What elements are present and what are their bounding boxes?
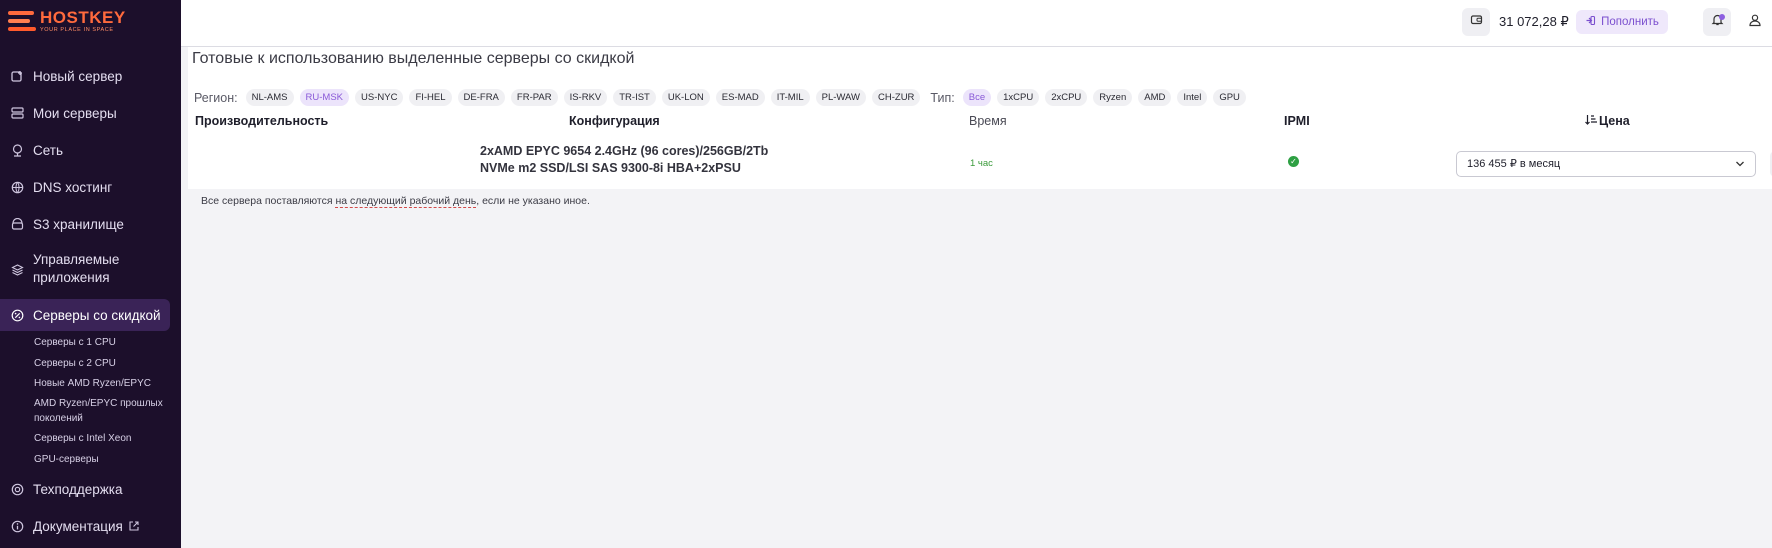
subitem-new-amd[interactable]: Новые AMD Ryzen/EPYC xyxy=(34,376,174,391)
region-chip-es-mad[interactable]: ES-MAD xyxy=(715,89,765,106)
subitem-intel[interactable]: Серверы с Intel Xeon xyxy=(34,431,174,446)
region-chip-de-fra[interactable]: DE-FRA xyxy=(457,89,505,106)
sort-icon xyxy=(1585,114,1597,128)
brand-name: HOSTKEY xyxy=(40,8,126,27)
sidebar-item-label: Новый сервер xyxy=(33,68,123,84)
region-chip-is-rkv[interactable]: IS-RKV xyxy=(563,89,608,106)
sidebar-item-managed-apps[interactable]: Управляемые приложения xyxy=(0,249,181,289)
next-business-day-tooltip[interactable]: на следующий рабочий день xyxy=(335,195,477,208)
column-header-time: Время xyxy=(969,114,1007,128)
sidebar-item-label: Сеть xyxy=(33,142,64,158)
region-chip-tr-ist[interactable]: TR-IST xyxy=(613,89,656,106)
subitem-gpu[interactable]: GPU-серверы xyxy=(34,452,174,467)
topup-button[interactable]: Пополнить xyxy=(1576,10,1668,34)
topup-icon xyxy=(1585,15,1596,29)
main-content: Готовые к использованию выделенные серве… xyxy=(181,47,1772,548)
subitem-1cpu[interactable]: Серверы с 1 CPU xyxy=(34,335,174,350)
sidebar-item-dns[interactable]: DNS хостинг xyxy=(0,172,181,202)
info-icon xyxy=(10,519,24,533)
brand-tagline: YOUR PLACE IN SPACE xyxy=(40,27,114,33)
price-header-label: Цена xyxy=(1599,114,1630,128)
filters-row: Регион: NL-AMS RU-MSK US-NYC FI-HEL DE-F… xyxy=(194,89,1252,106)
notifications-button[interactable] xyxy=(1703,8,1731,36)
sidebar-item-s3[interactable]: S3 хранилище xyxy=(0,209,181,239)
delivery-note: Все сервера поставляются на следующий ра… xyxy=(201,195,590,208)
user-menu-button[interactable] xyxy=(1741,8,1769,36)
sidebar-item-label: Управляемые приложения xyxy=(33,252,120,285)
delivery-note-bar: Все сервера поставляются на следующий ра… xyxy=(188,189,1772,215)
region-chip-fi-hel[interactable]: FI-HEL xyxy=(409,89,452,106)
top-bar: 31 072,28 ₽ Пополнить xyxy=(181,0,1772,47)
servers-icon xyxy=(10,106,24,120)
topup-label: Пополнить xyxy=(1601,16,1659,28)
row-time: 1 час xyxy=(970,158,993,169)
type-chip-ryzen[interactable]: Ryzen xyxy=(1093,89,1133,106)
type-chip-amd[interactable]: AMD xyxy=(1138,89,1172,106)
sidebar-item-new-server[interactable]: Новый сервер xyxy=(0,61,181,91)
sidebar-item-label: Техподдержка xyxy=(33,481,123,497)
chevron-down-icon xyxy=(1735,152,1745,186)
notification-dot xyxy=(1719,14,1725,20)
logo-icon xyxy=(8,9,36,33)
column-header-price[interactable]: Цена xyxy=(1585,114,1630,128)
user-icon xyxy=(1748,13,1762,32)
sidebar-item-network[interactable]: Сеть xyxy=(0,135,181,165)
type-chip-2xcpu[interactable]: 2xCPU xyxy=(1045,89,1088,106)
discount-icon xyxy=(10,308,24,322)
column-header-ipmi: IPMI xyxy=(1284,114,1310,128)
type-label: Тип: xyxy=(930,90,955,105)
new-server-icon xyxy=(10,69,24,83)
sidebar-item-support[interactable]: Техподдержка xyxy=(0,478,181,500)
region-label: Регион: xyxy=(194,90,238,105)
column-header-performance: Производительность xyxy=(195,114,329,128)
price-period-select[interactable]: 136 455 ₽ в месяц xyxy=(1456,151,1756,177)
balance-amount: 31 072,28 ₽ xyxy=(1499,14,1569,29)
sidebar-item-label: Серверы со скидкой xyxy=(33,307,161,323)
sidebar-item-label: Мои серверы xyxy=(33,105,117,121)
external-link-icon xyxy=(129,519,139,534)
region-chip-fr-par[interactable]: FR-PAR xyxy=(510,89,558,106)
subitem-2cpu[interactable]: Серверы с 2 CPU xyxy=(34,356,174,371)
logo[interactable]: HOSTKEY YOUR PLACE IN SPACE xyxy=(8,9,126,33)
dns-icon xyxy=(10,180,24,194)
page-title: Готовые к использованию выделенные серве… xyxy=(192,50,635,67)
sidebar: HOSTKEY YOUR PLACE IN SPACE Новый сервер… xyxy=(0,0,181,548)
stack-icon xyxy=(10,262,24,276)
note-suffix: , если не указано иное. xyxy=(476,195,590,207)
support-icon xyxy=(10,482,24,496)
sidebar-item-label: S3 хранилище xyxy=(33,216,124,232)
network-icon xyxy=(10,143,24,157)
ipmi-check-icon: ✓ xyxy=(1288,156,1299,167)
wallet-icon xyxy=(1470,13,1483,31)
region-chip-pl-waw[interactable]: PL-WAW xyxy=(815,89,866,106)
note-prefix: Все сервера поставляются xyxy=(201,195,336,207)
region-chip-ch-zur[interactable]: CH-ZUR xyxy=(872,89,921,106)
sidebar-item-my-servers[interactable]: Мои серверы xyxy=(0,98,181,128)
sidebar-item-docs[interactable]: Документация xyxy=(0,515,181,537)
sidebar-item-discount-servers[interactable]: Серверы со скидкой xyxy=(0,299,170,331)
storage-icon xyxy=(10,217,24,231)
region-chip-nl-ams[interactable]: NL-AMS xyxy=(245,89,294,106)
sidebar-item-label: Документация xyxy=(33,518,123,534)
config-line-1: 2xAMD EPYC 9654 2.4GHz (96 cores)/256GB/… xyxy=(480,144,769,158)
column-header-configuration: Конфигурация xyxy=(569,114,660,128)
price-select-value: 136 455 ₽ в месяц xyxy=(1467,158,1561,170)
row-configuration: 2xAMD EPYC 9654 2.4GHz (96 cores)/256GB/… xyxy=(480,143,768,177)
type-chip-all[interactable]: Все xyxy=(962,89,992,106)
type-chip-intel[interactable]: Intel xyxy=(1177,89,1208,106)
config-line-2: NVMe m2 SSD/LSI SAS 9300-8i HBA+2xPSU xyxy=(480,161,741,175)
region-chip-it-mil[interactable]: IT-MIL xyxy=(770,89,810,106)
region-chip-ru-msk[interactable]: RU-MSK xyxy=(299,89,350,106)
type-chip-gpu[interactable]: GPU xyxy=(1213,89,1246,106)
region-chip-us-nyc[interactable]: US-NYC xyxy=(355,89,404,106)
type-chip-1xcpu[interactable]: 1xCPU xyxy=(997,89,1040,106)
sidebar-item-label: DNS хостинг xyxy=(33,179,113,195)
subitem-old-amd[interactable]: AMD Ryzen/EPYC прошлых поколений xyxy=(34,396,174,426)
region-chip-uk-lon[interactable]: UK-LON xyxy=(661,89,710,106)
wallet-button[interactable] xyxy=(1462,8,1490,36)
